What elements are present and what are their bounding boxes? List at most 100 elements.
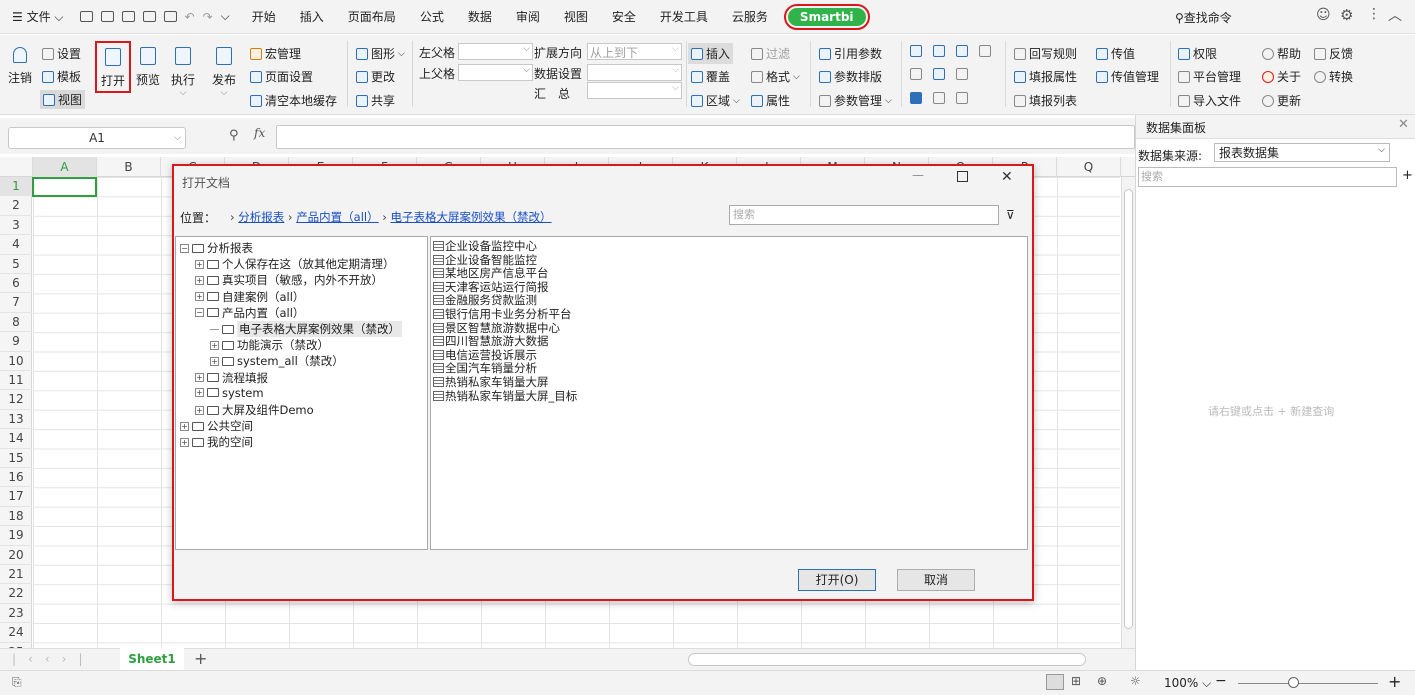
dropdown-control-icon[interactable] <box>910 45 922 57</box>
tab-smartbi[interactable]: Smartbi <box>783 3 870 30</box>
row-header-3[interactable]: 3 <box>0 216 32 236</box>
formula-input[interactable] <box>276 125 1135 149</box>
print-icon[interactable] <box>142 11 156 22</box>
view-button[interactable]: 视图 <box>40 90 86 109</box>
tab-insert[interactable]: 插入 <box>288 8 336 25</box>
tree-node[interactable]: + 功能演示（禁改） <box>210 337 329 353</box>
expand-icon[interactable]: + <box>210 356 219 366</box>
row-header-9[interactable]: 9 <box>0 332 32 352</box>
tab-developer[interactable]: 开发工具 <box>648 8 720 25</box>
import-file-button[interactable]: 导入文件 <box>1178 92 1241 109</box>
row-header-14[interactable]: 14 <box>0 429 32 449</box>
fill-property-button[interactable]: 填报属性 <box>1014 68 1077 85</box>
collapse-ribbon-icon[interactable]: ︿ <box>1388 5 1402 25</box>
dialog-search-input[interactable]: 搜索 <box>729 205 999 225</box>
vertical-scroll-thumb[interactable] <box>1124 189 1133 629</box>
radio-control-icon[interactable] <box>933 92 945 104</box>
platform-manage-button[interactable]: 平台管理 <box>1178 68 1241 85</box>
publish-button[interactable]: 发布 ⌵ <box>212 47 236 98</box>
expand-icon[interactable]: + <box>195 259 204 269</box>
macro-manage-button[interactable]: 宏管理 <box>250 45 301 62</box>
page-break-view-icon[interactable]: ⊞ <box>1071 674 1081 688</box>
row-header-4[interactable]: 4 <box>0 235 32 255</box>
add-sheet-button[interactable]: + <box>194 649 207 668</box>
search-command[interactable]: ⚲查找命令 <box>1175 9 1232 26</box>
breadcrumb-analysis-report[interactable]: 分析报表 <box>238 210 284 224</box>
input-control-icon[interactable] <box>956 68 968 80</box>
sheet-tab-sheet1[interactable]: Sheet1 <box>120 648 184 670</box>
row-header-2[interactable]: 2 <box>0 196 32 216</box>
row-header-17[interactable]: 17 <box>0 487 32 507</box>
top-parent-select[interactable]: ⌵ <box>458 64 533 81</box>
add-query-button[interactable]: + <box>1402 168 1413 183</box>
tab-formula[interactable]: 公式 <box>408 8 456 25</box>
gear-icon[interactable]: ⚙ <box>1340 6 1353 24</box>
summary-select[interactable]: ⌵ <box>587 82 682 99</box>
expand-icon[interactable]: + <box>180 437 189 447</box>
row-header-13[interactable]: 13 <box>0 410 32 430</box>
expand-icon[interactable]: + <box>195 373 204 383</box>
preview-button[interactable]: 预览 <box>136 47 160 88</box>
column-header-b[interactable]: B <box>97 157 161 177</box>
convert-button[interactable]: 转换 <box>1314 68 1353 85</box>
column-header-a[interactable]: A <box>33 157 97 177</box>
text-control-icon[interactable] <box>979 45 991 57</box>
zoom-level[interactable]: 100% ⌵ <box>1164 676 1211 691</box>
calendar-control-icon[interactable] <box>956 92 968 104</box>
change-button[interactable]: 更改 <box>356 68 395 85</box>
tree-control-icon[interactable] <box>933 68 945 80</box>
save-icon[interactable] <box>100 11 114 22</box>
feedback-button[interactable]: 反馈 <box>1314 45 1353 62</box>
zoom-in-button[interactable]: + <box>1388 672 1401 691</box>
cancel-button[interactable]: 取消 <box>897 569 975 591</box>
tree-node[interactable]: − 分析报表 <box>180 240 253 256</box>
row-header-5[interactable]: 5 <box>0 255 32 274</box>
tab-review[interactable]: 审阅 <box>504 8 552 25</box>
row-header-23[interactable]: 23 <box>0 604 32 624</box>
expand-icon[interactable]: + <box>180 421 189 431</box>
close-icon[interactable]: ✕ <box>1001 169 1013 185</box>
column-header-q[interactable]: Q <box>1057 157 1121 177</box>
property-button[interactable]: 属性 <box>751 92 790 109</box>
horizontal-scrollbar[interactable] <box>688 653 1086 666</box>
row-header-20[interactable]: 20 <box>0 546 32 565</box>
logout-button[interactable]: 注销 <box>8 47 32 86</box>
clear-cache-button[interactable]: 清空本地缓存 <box>250 92 337 109</box>
tree-node[interactable]: + 流程填报 <box>195 370 268 386</box>
macro-record-icon[interactable]: ⎘ <box>12 675 22 690</box>
settings-button[interactable]: 设置 <box>42 45 81 62</box>
collapse-icon[interactable]: − <box>180 243 189 253</box>
row-header-8[interactable]: 8 <box>0 313 32 333</box>
insert-button[interactable]: 插入 <box>688 43 734 64</box>
open-button[interactable]: 打开 <box>95 41 132 93</box>
tab-view[interactable]: 视图 <box>552 8 600 25</box>
tree-node[interactable]: + 公共空间 <box>180 418 253 434</box>
file-menu[interactable]: ☰ 文件 ⌵ <box>0 8 76 25</box>
collapse-icon[interactable]: − <box>195 308 204 318</box>
row-header-18[interactable]: 18 <box>0 507 32 527</box>
page-setup-button[interactable]: 页面设置 <box>250 68 313 85</box>
execute-button[interactable]: 执行 ⌵ <box>171 47 195 98</box>
fill-list-button[interactable]: 填报列表 <box>1014 92 1077 109</box>
share-button[interactable]: 共享 <box>356 92 395 109</box>
row-header-11[interactable]: 11 <box>0 371 32 391</box>
row-header-21[interactable]: 21 <box>0 565 32 585</box>
panel-search-input[interactable]: 搜索 <box>1138 167 1397 187</box>
expand-direction-select[interactable]: 从上到下 ⌵ <box>587 43 682 60</box>
format-button[interactable]: 格式 ⌵ <box>751 68 800 85</box>
filter-button[interactable]: 过滤 <box>751 45 790 62</box>
zoom-slider-knob[interactable] <box>1288 677 1299 688</box>
tab-cloud[interactable]: 云服务 <box>720 8 780 25</box>
update-button[interactable]: 更新 <box>1262 92 1301 109</box>
dataset-source-select[interactable]: 报表数据集 ⌵ <box>1214 143 1390 162</box>
filter-icon[interactable]: ⊽ <box>1006 208 1015 222</box>
zoom-slider[interactable] <box>1238 683 1378 684</box>
left-parent-select[interactable]: ⌵ <box>458 43 533 60</box>
row-header-6[interactable]: 6 <box>0 274 32 294</box>
tab-page-layout[interactable]: 页面布局 <box>336 8 408 25</box>
zoom-out-button[interactable]: − <box>1215 673 1227 689</box>
open-folder-icon[interactable] <box>79 11 93 22</box>
tree-node[interactable]: + system_all（禁改） <box>210 353 344 369</box>
zoom-cell-icon[interactable]: ⚲ <box>229 128 239 143</box>
breadcrumb-spreadsheet-screen[interactable]: 电子表格大屏案例效果（禁改） <box>391 210 552 224</box>
